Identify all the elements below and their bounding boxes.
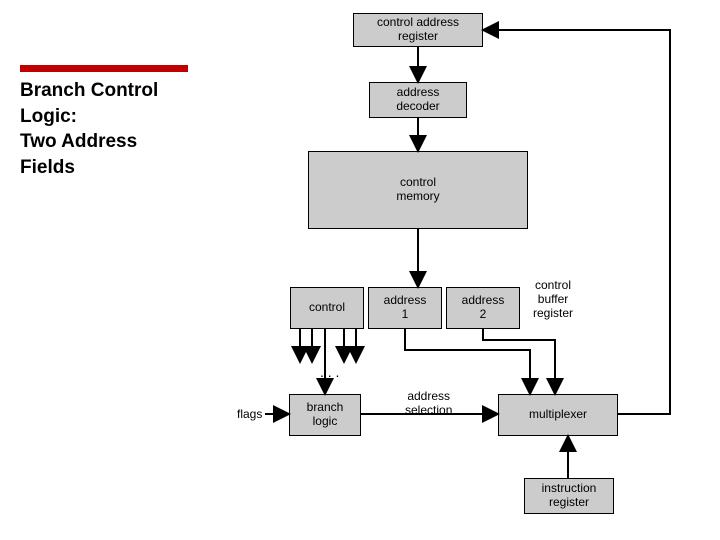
arrow-mux-to-car: [485, 30, 670, 414]
diagram-container: control addressregister addressdecoder c…: [0, 0, 720, 540]
arrow-addr1-to-mux: [405, 329, 530, 392]
arrows-svg: [0, 0, 720, 540]
arrow-addr2-to-mux: [483, 329, 555, 392]
